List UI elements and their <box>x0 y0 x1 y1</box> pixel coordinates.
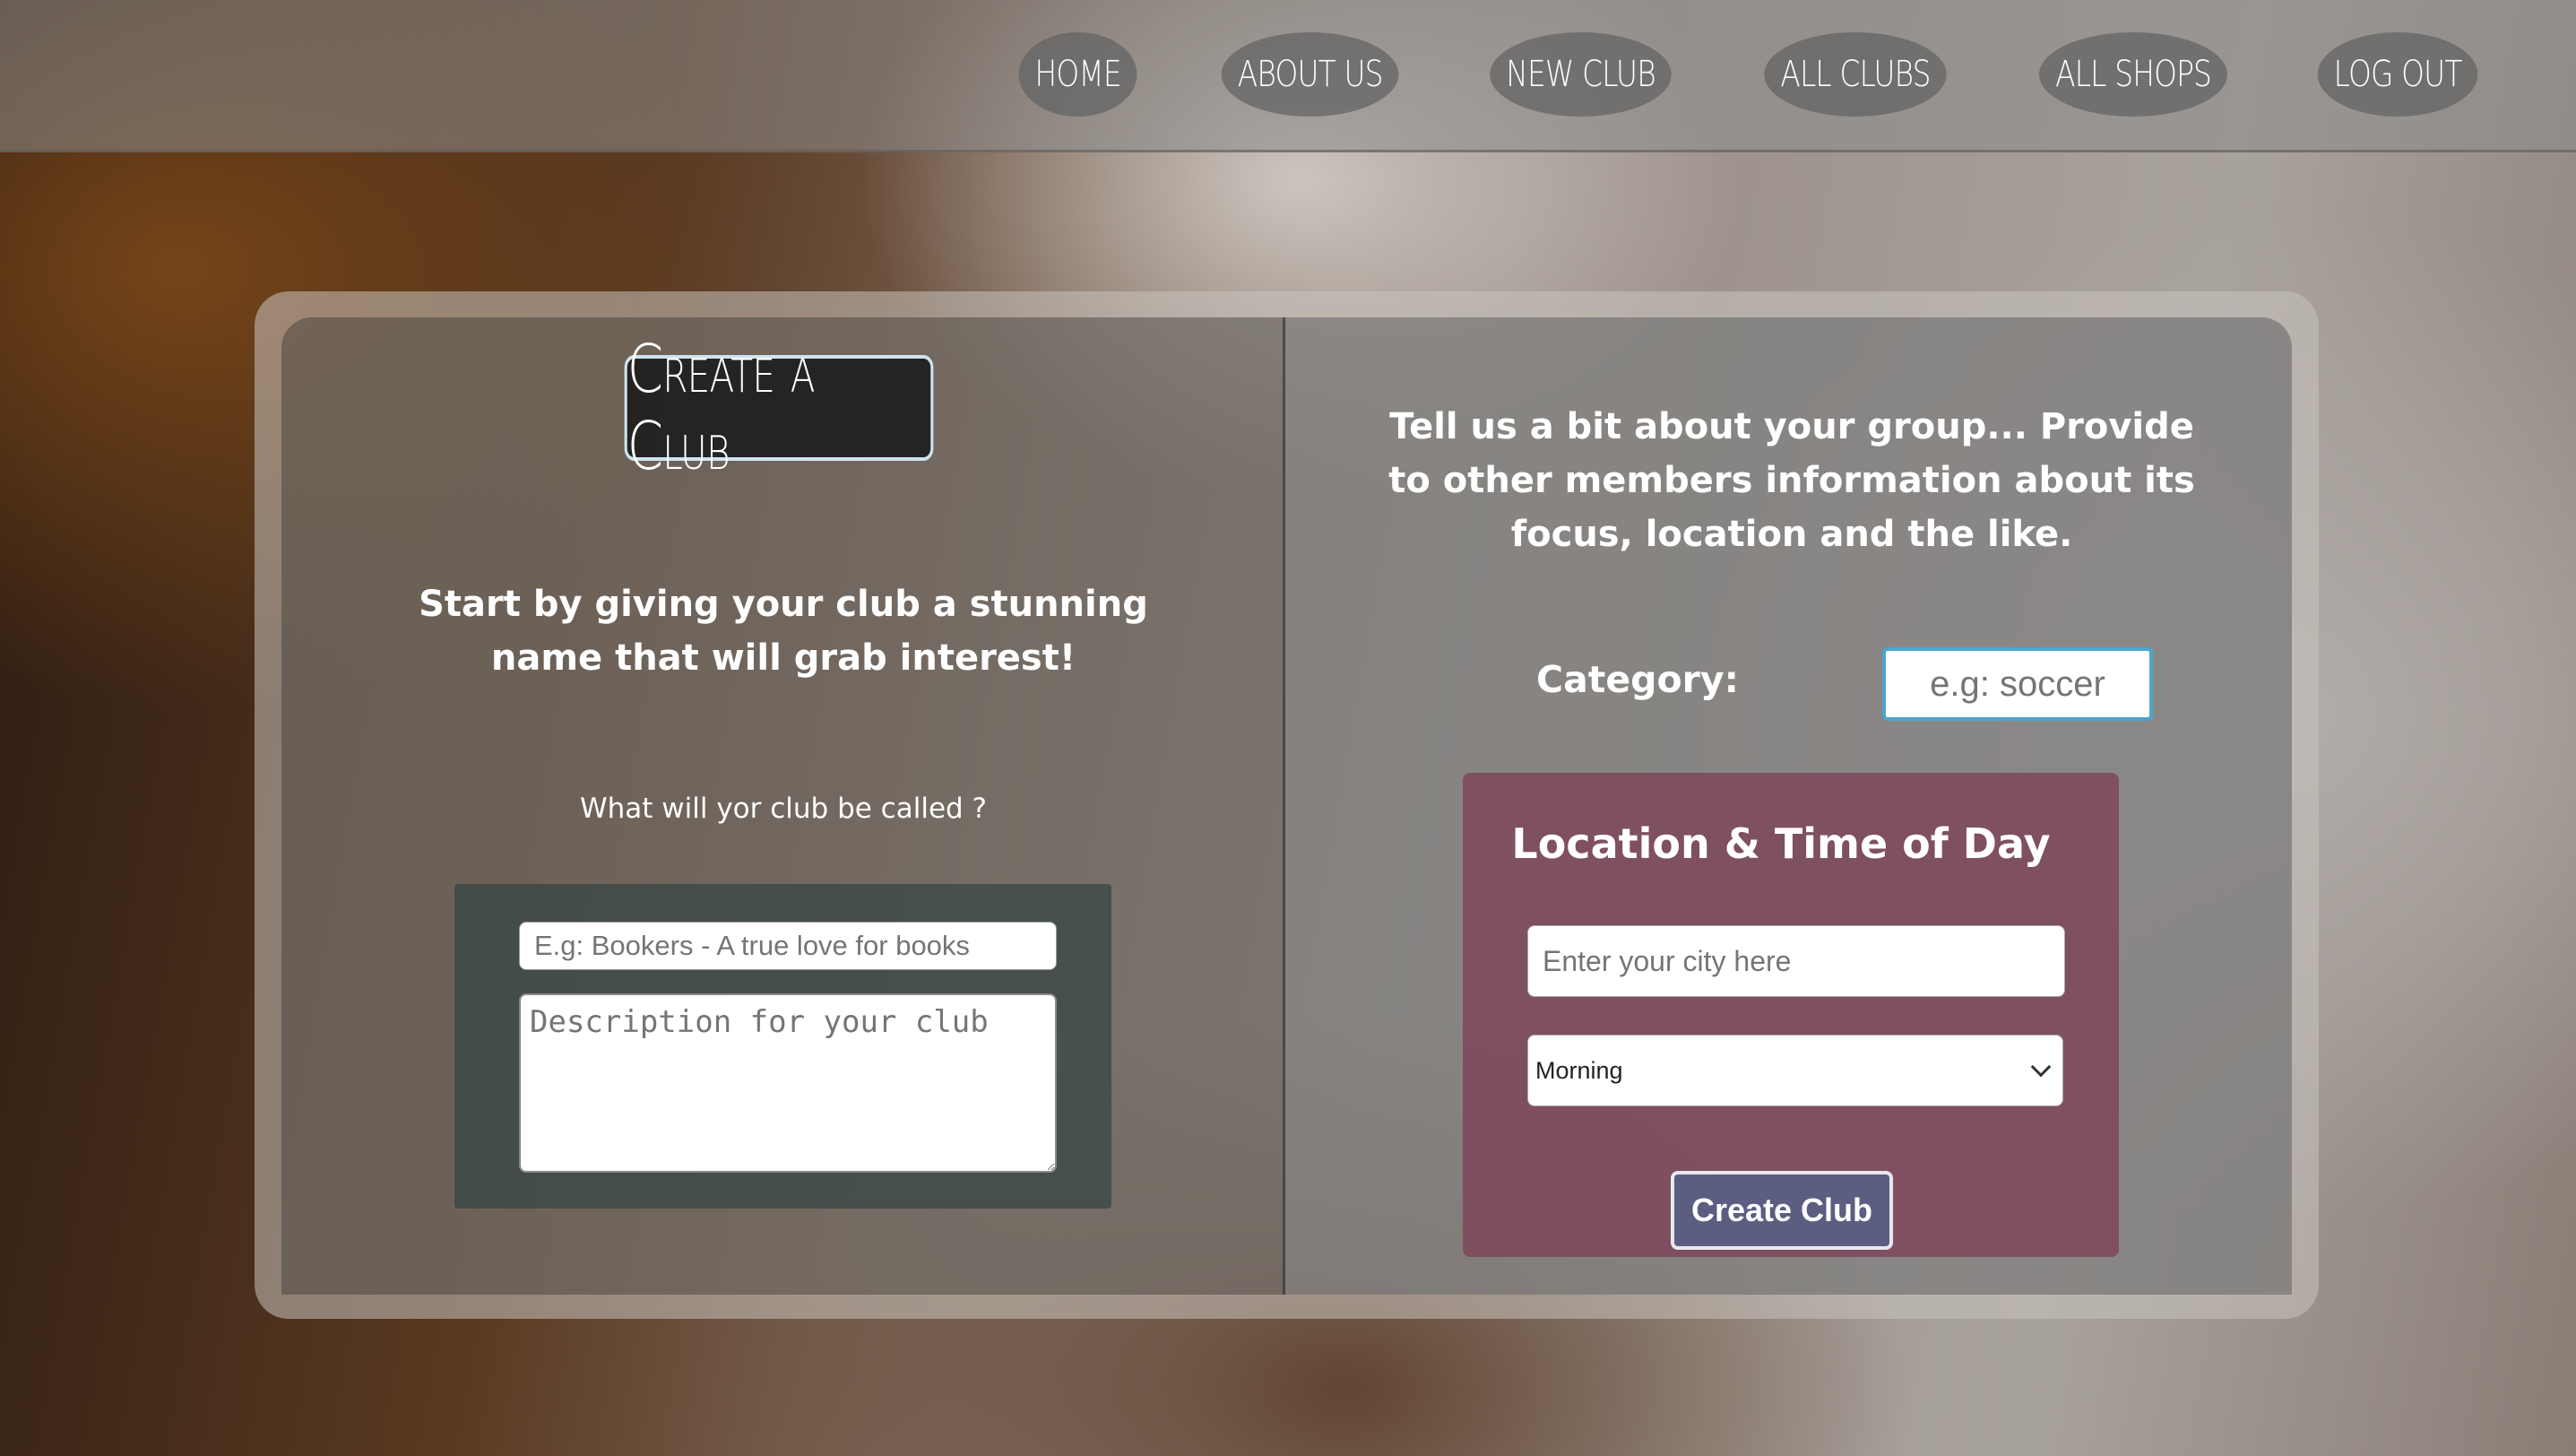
club-name-box <box>454 884 1111 1209</box>
chevron-down-icon <box>2030 1056 2052 1078</box>
nav-menu: Home About Us New Club All Clubs All Sho… <box>1006 32 2495 117</box>
create-club-panel: Create a Club Start by giving your club … <box>281 317 2292 1295</box>
club-name-input[interactable] <box>519 922 1057 970</box>
club-name-column: Create a Club Start by giving your club … <box>281 317 1285 1295</box>
page-title: Create a Club <box>624 331 934 485</box>
club-name-question: What will yor club be called ? <box>579 793 988 825</box>
nav-about-us[interactable]: About Us <box>1221 32 1399 117</box>
city-input[interactable] <box>1527 925 2065 997</box>
location-time-box: Location & Time of Day Morning Create Cl… <box>1463 773 2119 1257</box>
nav-all-clubs[interactable]: All Clubs <box>1763 32 1947 117</box>
name-intro-text: Start by giving your club a stunning nam… <box>419 584 1148 679</box>
nav-all-shops[interactable]: All Shops <box>2038 32 2227 117</box>
create-club-button[interactable]: Create Club <box>1671 1171 1893 1250</box>
nav-home[interactable]: Home <box>1018 32 1137 117</box>
nav-log-out[interactable]: Log Out <box>2317 32 2478 117</box>
time-of-day-value: Morning <box>1535 1056 1623 1084</box>
top-navbar: Home About Us New Club All Clubs All Sho… <box>0 0 2576 152</box>
club-description-textarea[interactable] <box>519 993 1057 1173</box>
nav-new-club[interactable]: New Club <box>1490 32 1673 117</box>
details-intro-text: Tell us a bit about your group... Provid… <box>1388 406 2195 555</box>
club-details-column: Tell us a bit about your group... Provid… <box>1285 317 2292 1295</box>
time-of-day-select[interactable]: Morning <box>1527 1035 2063 1106</box>
category-label: Category: <box>1536 658 1740 701</box>
location-time-heading: Location & Time of Day <box>1511 819 2051 868</box>
category-input[interactable] <box>1882 647 2153 721</box>
